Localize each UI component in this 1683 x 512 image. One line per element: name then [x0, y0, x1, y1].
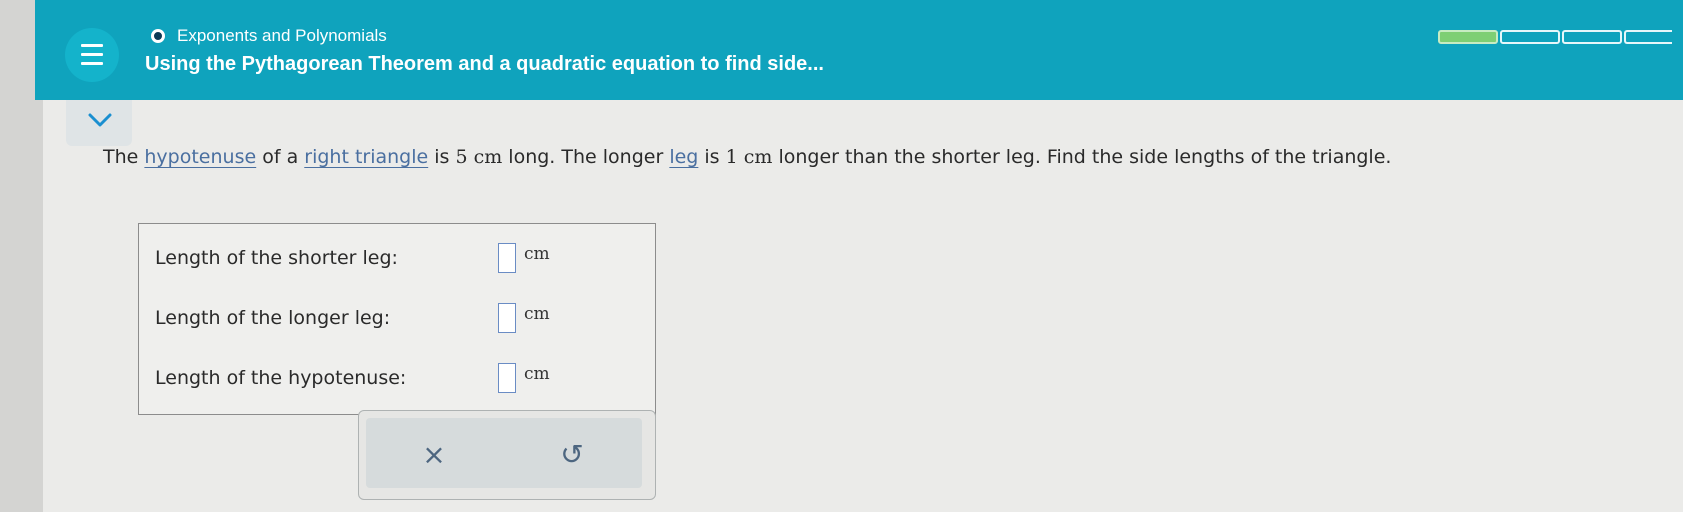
undo-icon: ↺ — [560, 437, 584, 471]
topic-row: Exponents and Polynomials — [151, 26, 387, 46]
answer-controls: × ↺ — [358, 410, 656, 500]
leg-link[interactable]: leg — [669, 146, 698, 168]
progress-segment — [1500, 30, 1560, 44]
question-fragment: The — [103, 146, 145, 168]
shorter-leg-input[interactable] — [498, 243, 516, 273]
question-fragment: longer than the shorter leg. Find the si… — [772, 146, 1392, 168]
progress-segment — [1562, 30, 1622, 44]
question-text: The hypotenuse of a right triangle is 5 … — [103, 146, 1391, 168]
progress-bar — [1438, 30, 1672, 44]
question-fragment: is — [698, 146, 726, 168]
clear-button[interactable]: × — [414, 434, 454, 474]
collapse-toggle[interactable] — [66, 100, 132, 146]
question-fragment: long. The longer — [502, 146, 670, 168]
unit-label: cm — [524, 364, 550, 384]
top-bar: Exponents and Polynomials Using the Pyth… — [35, 0, 1683, 100]
close-icon: × — [422, 437, 446, 471]
hypotenuse-input[interactable] — [498, 363, 516, 393]
shorter-leg-row: Length of the shorter leg: cm — [155, 238, 550, 278]
hypotenuse-row: Length of the hypotenuse: cm — [155, 358, 550, 398]
longer-leg-row: Length of the longer leg: cm — [155, 298, 550, 338]
undo-button[interactable]: ↺ — [552, 434, 592, 474]
chevron-down-icon — [88, 113, 112, 127]
right-triangle-link[interactable]: right triangle — [304, 146, 428, 168]
longer-leg-label: Length of the longer leg: — [155, 307, 391, 329]
menu-button[interactable] — [65, 28, 119, 82]
hypotenuse-value: 5 cm — [455, 146, 503, 168]
progress-segment — [1624, 30, 1672, 44]
menu-icon-line — [81, 53, 103, 56]
answer-panel: Length of the shorter leg: cm Length of … — [138, 223, 656, 415]
difference-value: 1 cm — [725, 146, 773, 168]
main-content: The hypotenuse of a right triangle is 5 … — [43, 100, 1683, 512]
lesson-title: Using the Pythagorean Theorem and a quad… — [145, 53, 824, 75]
topic-dot-icon — [151, 29, 165, 43]
controls-tray: × ↺ — [366, 418, 642, 488]
unit-label: cm — [524, 244, 550, 264]
topic-title: Exponents and Polynomials — [177, 26, 387, 45]
shorter-leg-label: Length of the shorter leg: — [155, 247, 398, 269]
menu-icon-line — [81, 62, 103, 65]
unit-label: cm — [524, 304, 550, 324]
longer-leg-input[interactable] — [498, 303, 516, 333]
hypotenuse-label: Length of the hypotenuse: — [155, 367, 407, 389]
progress-segment-filled — [1438, 30, 1498, 44]
hypotenuse-link[interactable]: hypotenuse — [144, 146, 256, 168]
menu-icon-line — [81, 44, 103, 47]
question-fragment: is — [428, 146, 456, 168]
question-fragment: of a — [256, 146, 305, 168]
